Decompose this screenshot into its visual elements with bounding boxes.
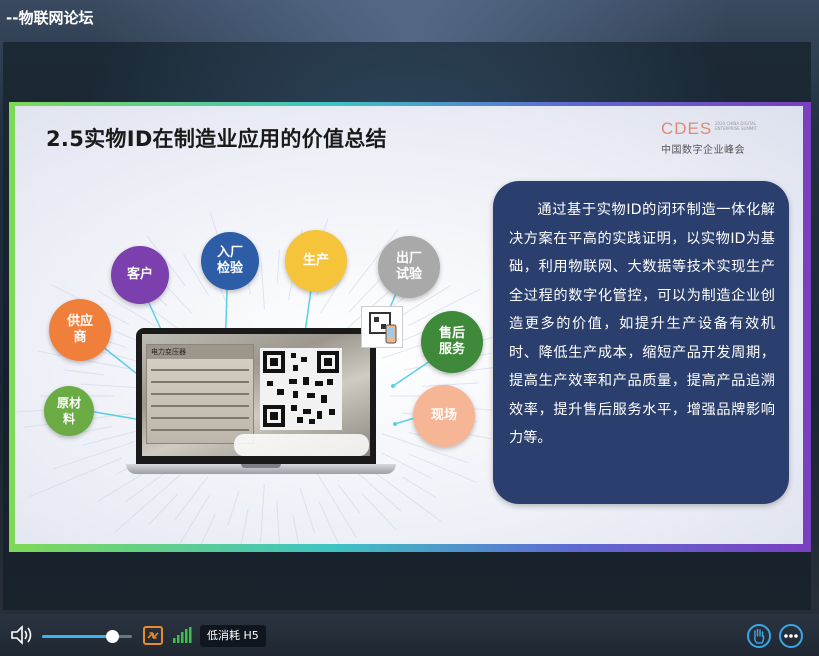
node-factory-test: 出厂 试验 (378, 236, 440, 298)
node-supplier: 供应 商 (49, 299, 111, 361)
hand-icon (754, 628, 765, 644)
fullscreen-button[interactable] (143, 626, 163, 645)
node-field: 现场 (413, 385, 475, 447)
node-incoming-inspection: 入厂 检验 (201, 232, 259, 290)
node-label: 现场 (430, 408, 457, 423)
node-label: 出厂 试验 (395, 251, 422, 282)
presentation-slide: 2.5实物ID在制造业应用的价值总结 CDES 2020 CHINA DIGIT… (9, 102, 811, 552)
signal-icon (173, 627, 192, 643)
nameplate-title: 电力变压器 (147, 345, 253, 359)
node-customer: 客户 (111, 246, 169, 304)
node-label: 供应 商 (66, 314, 93, 345)
node-production: 生产 (285, 230, 347, 292)
qr-label-strip (234, 434, 369, 456)
node-label: 原材 料 (56, 396, 81, 426)
summary-panel: 通过基于实物ID的闭环制造一体化解决方案在平高的实践证明，以实物ID为基础，利用… (493, 181, 789, 504)
laptop-illustration: 电力变压器 (126, 328, 401, 480)
laptop-display: 电力变压器 (142, 334, 370, 456)
node-label: 入厂 检验 (216, 245, 243, 276)
node-label: 生产 (302, 253, 329, 268)
node-raw-material: 原材 料 (44, 386, 94, 436)
laptop-screen: 电力变压器 (136, 328, 376, 464)
node-after-sales: 售后 服务 (421, 311, 483, 373)
video-player[interactable]: 2.5实物ID在制造业应用的价值总结 CDES 2020 CHINA DIGIT… (3, 42, 811, 610)
nameplate: 电力变压器 (146, 344, 254, 444)
summary-text: 通过基于实物ID的闭环制造一体化解决方案在平高的实践证明，以实物ID为基础，利用… (509, 202, 775, 446)
node-label: 客户 (126, 267, 153, 282)
qr-code-icon (263, 351, 339, 427)
volume-knob[interactable] (106, 630, 120, 643)
page-title: --物联网论坛 (6, 9, 94, 27)
raise-hand-button[interactable] (747, 624, 771, 648)
fullscreen-icon (147, 632, 159, 639)
more-button[interactable] (779, 624, 803, 648)
volume-fill (42, 635, 113, 638)
phone-scan-icon (369, 312, 397, 344)
player-control-bar: 低消耗 H5 (0, 614, 819, 656)
volume-icon[interactable] (10, 625, 34, 645)
more-icon (784, 634, 798, 638)
qr-code (260, 348, 342, 430)
volume-slider[interactable] (42, 630, 132, 643)
slide-content: 2.5实物ID在制造业应用的价值总结 CDES 2020 CHINA DIGIT… (15, 106, 803, 544)
quality-mode-button[interactable]: 低消耗 H5 (200, 625, 266, 647)
phone-scan-image (361, 306, 403, 348)
laptop-notch (241, 464, 281, 468)
node-label: 售后 服务 (438, 326, 465, 357)
